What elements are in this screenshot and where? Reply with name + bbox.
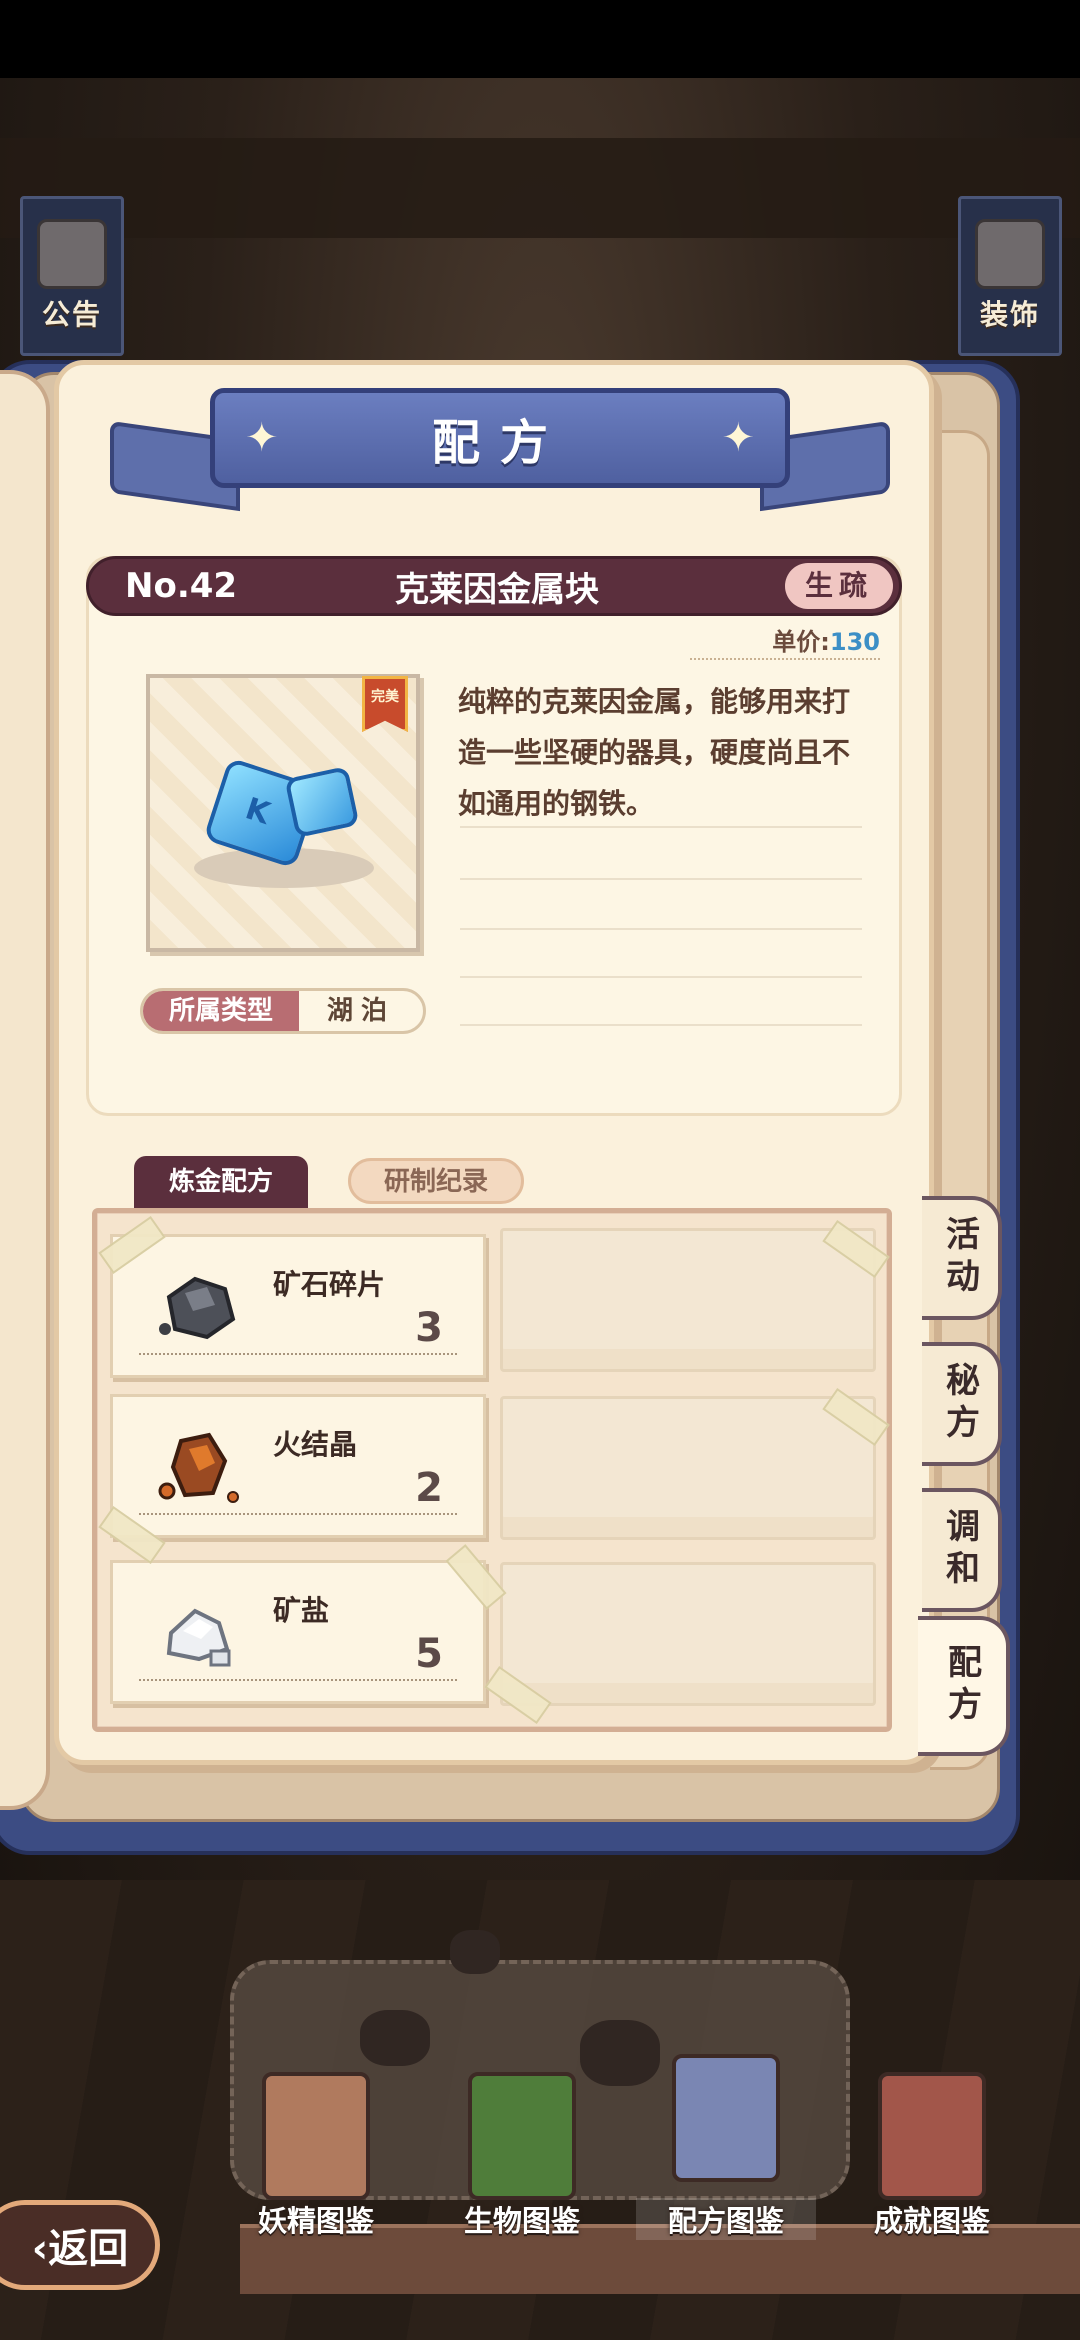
divider xyxy=(460,826,862,828)
proficiency-tag: 生疏 xyxy=(784,563,893,609)
tab-research-log[interactable]: 研制纪录 xyxy=(348,1158,524,1204)
decoration-banner-label: 装饰 xyxy=(979,298,1040,331)
dotted-line xyxy=(139,1679,457,1681)
item-image-frame[interactable]: K 完美 xyxy=(146,674,420,952)
recipe-book-icon xyxy=(672,2054,780,2182)
tab-alchemy-recipe[interactable]: 炼金配方 xyxy=(134,1156,308,1208)
side-tab-label: 活动 xyxy=(939,1216,980,1300)
divider xyxy=(460,878,862,880)
rarity-badge: 完美 xyxy=(362,676,408,732)
back-button[interactable]: ‹返回 xyxy=(0,2200,160,2290)
dotted-line xyxy=(139,1513,457,1515)
achievement-book-icon xyxy=(878,2072,986,2200)
item-name: 克莱因金属块 xyxy=(395,569,599,610)
ingredient-card[interactable]: 火结晶 2 xyxy=(110,1394,486,1538)
chevron-left-icon: ‹ xyxy=(31,2226,49,2272)
decoration-banner[interactable]: 装饰 xyxy=(958,196,1062,356)
side-tab-event[interactable]: 活动 xyxy=(922,1196,1002,1320)
sparkle-icon: ✦ xyxy=(721,415,755,461)
side-tab-secret-recipe[interactable]: 秘方 xyxy=(922,1342,1002,1466)
empty-ingredient-slot xyxy=(500,1228,876,1372)
book-left-page xyxy=(0,370,50,1810)
nav-label: 生物图鉴 xyxy=(463,2204,580,2238)
nav-label: 成就图鉴 xyxy=(873,2204,990,2238)
notice-banner[interactable]: 公告 xyxy=(20,196,124,356)
side-tab-label: 秘方 xyxy=(939,1362,980,1446)
ingredient-name: 火结晶 xyxy=(273,1428,358,1461)
ingredient-qty: 5 xyxy=(415,1631,443,1677)
nav-label: 配方图鉴 xyxy=(636,2198,816,2240)
mineral-salt-icon xyxy=(166,1608,231,1667)
price-value: 130 xyxy=(829,628,880,656)
back-label-text: 返回 xyxy=(48,2226,129,2272)
nav-achievement-guide[interactable]: 成就图鉴 xyxy=(842,2068,1022,2248)
fire-crystal-icon xyxy=(158,1432,239,1503)
ingredient-name: 矿盐 xyxy=(273,1594,330,1627)
ore-fragment-icon xyxy=(159,1276,236,1340)
nav-creature-guide[interactable]: 生物图鉴 xyxy=(432,2068,612,2248)
side-tab-recipe[interactable]: 配方 xyxy=(918,1616,1010,1756)
empty-ingredient-slot xyxy=(500,1562,876,1706)
empty-ingredient-slot xyxy=(500,1396,876,1540)
side-tab-label: 调和 xyxy=(939,1508,980,1592)
nav-label: 妖精图鉴 xyxy=(257,2204,374,2238)
ingredient-qty: 2 xyxy=(415,1465,443,1511)
ingredient-qty: 3 xyxy=(415,1305,443,1351)
klein-metal-ingot-icon xyxy=(284,766,360,838)
notice-banner-label: 公告 xyxy=(41,298,102,331)
item-price: 单价:130 xyxy=(690,622,880,660)
notice-board-icon xyxy=(37,219,107,289)
side-tab-blend[interactable]: 调和 xyxy=(922,1488,1002,1612)
background-coal xyxy=(360,2010,430,2066)
nav-recipe-guide[interactable]: 配方图鉴 xyxy=(636,2054,816,2248)
status-bar xyxy=(0,0,1080,78)
background-shelf xyxy=(0,138,1080,238)
nav-fairy-guide[interactable]: 妖精图鉴 xyxy=(226,2068,406,2248)
ingredient-card[interactable]: 矿石碎片 3 xyxy=(110,1234,486,1378)
page-title: 配方 xyxy=(431,415,568,471)
back-button-label: ‹返回 xyxy=(32,2216,128,2274)
ingredient-name: 矿石碎片 xyxy=(273,1268,386,1301)
divider xyxy=(460,976,862,978)
divider xyxy=(460,928,862,930)
ingredient-card[interactable]: 矿盐 5 xyxy=(110,1560,486,1704)
decoration-icon xyxy=(975,219,1045,289)
price-label: 单价: xyxy=(772,628,830,656)
type-value: 湖泊 xyxy=(326,996,395,1026)
divider xyxy=(460,1024,862,1026)
item-description: 纯粹的克莱因金属，能够用来打造一些坚硬的器具，硬度尚且不如通用的钢铁。 xyxy=(458,685,851,820)
side-tab-label: 配方 xyxy=(941,1644,982,1728)
item-title-bar: No.42 克莱因金属块 生疏 xyxy=(86,556,902,616)
creature-book-icon xyxy=(468,2072,576,2200)
background-coal xyxy=(450,1930,500,1974)
fairy-book-icon xyxy=(262,2072,370,2200)
dotted-line xyxy=(139,1353,457,1355)
page-title-ribbon: ✦ 配方 ✦ xyxy=(210,388,790,488)
item-type: 所属类型 湖泊 xyxy=(140,988,426,1034)
sparkle-icon: ✦ xyxy=(245,415,279,461)
type-label: 所属类型 xyxy=(143,991,299,1031)
